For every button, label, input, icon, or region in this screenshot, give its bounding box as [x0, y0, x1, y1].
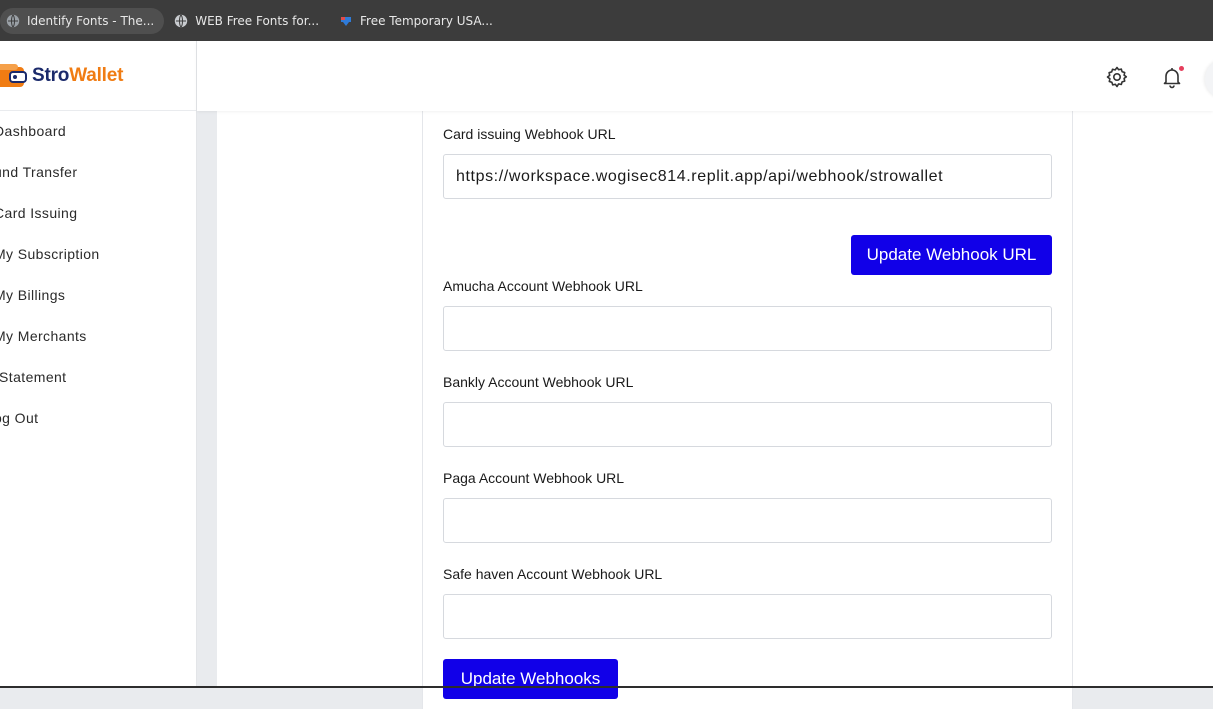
brand-name-part2: Wallet — [69, 64, 124, 86]
globe-icon — [6, 14, 20, 27]
paga-webhook-label: Paga Account Webhook URL — [443, 470, 625, 486]
sidebar-item-my-subscription[interactable]: My Subscription — [0, 234, 196, 275]
bankly-webhook-label: Bankly Account Webhook URL — [443, 374, 634, 390]
flag-icon — [341, 16, 352, 26]
webhook-settings-card: Card issuing Webhook URL Update Webhook … — [422, 109, 1073, 709]
bookmark-identify-fonts[interactable]: Identify Fonts - The... — [0, 7, 165, 34]
sidebar-item-statement[interactable]: -Statement — [0, 357, 196, 398]
bankly-webhook-input[interactable] — [443, 402, 1052, 447]
paga-webhook-input[interactable] — [443, 498, 1052, 543]
globe-icon — [175, 14, 188, 27]
safe-haven-webhook-input[interactable] — [443, 594, 1052, 639]
sidebar-item-card-issuing[interactable]: Card Issuing — [0, 193, 196, 234]
sidebar-item-log-out[interactable]: og Out — [0, 398, 196, 439]
update-webhook-url-button[interactable]: Update Webhook URL — [851, 235, 1052, 275]
amucha-webhook-label: Amucha Account Webhook URL — [443, 278, 643, 294]
sidebar-item-fund-transfer[interactable]: und Transfer — [0, 152, 196, 193]
sidebar-item-dashboard[interactable]: Dashboard — [0, 111, 196, 152]
safe-haven-webhook-label: Safe haven Account Webhook URL — [443, 566, 663, 582]
card-issuing-webhook-input[interactable] — [443, 154, 1052, 199]
bookmark-free-temporary-usa[interactable]: Free Temporary USA... — [333, 8, 503, 34]
sidebar-item-my-billings[interactable]: My Billings — [0, 275, 196, 316]
brand-name-part1: Stro — [32, 64, 70, 86]
bookmark-label: Identify Fonts - The... — [27, 13, 155, 28]
brand-name: StroWallet — [32, 65, 123, 87]
top-header — [197, 41, 1213, 111]
sidebar: StroWallet Dashboard und Transfer Card I… — [0, 41, 197, 688]
bookmark-label: Free Temporary USA... — [360, 13, 493, 28]
amucha-webhook-input[interactable] — [443, 306, 1052, 351]
update-webhooks-button[interactable]: Update Webhooks — [443, 659, 618, 699]
card-issuing-webhook-label: Card issuing Webhook URL — [443, 126, 616, 142]
brand-logo-area[interactable]: StroWallet — [0, 41, 196, 111]
main-content: Card issuing Webhook URL Update Webhook … — [217, 109, 1213, 709]
bookmark-web-free-fonts[interactable]: WEB Free Fonts for... — [168, 8, 329, 34]
sidebar-item-my-merchants[interactable]: My Merchants — [0, 316, 196, 357]
wallet-logo-icon — [0, 63, 27, 87]
bookmarks-bar: Identify Fonts - The... WEB Free Fonts f… — [0, 0, 1213, 41]
avatar[interactable] — [1205, 59, 1213, 99]
notification-dot — [1179, 66, 1184, 71]
gear-icon[interactable] — [1105, 65, 1129, 89]
bookmark-label: WEB Free Fonts for... — [195, 13, 320, 28]
sidebar-nav: Dashboard und Transfer Card Issuing My S… — [0, 111, 196, 439]
